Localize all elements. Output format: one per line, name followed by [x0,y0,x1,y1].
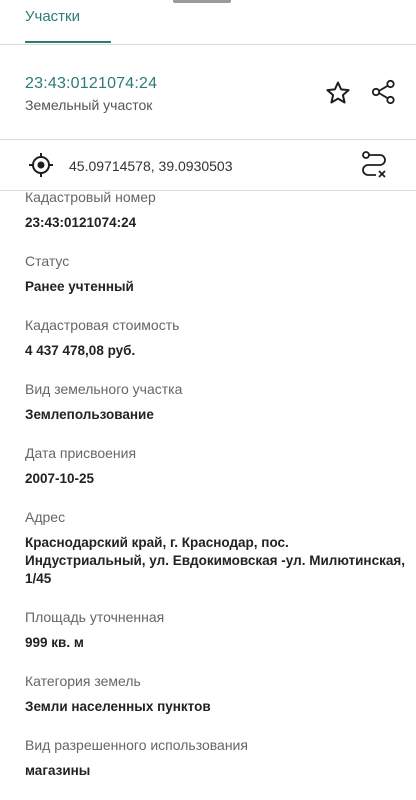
parcel-details: Кадастровый номер 23:43:0121074:24 Стату… [25,188,405,800]
tab-bar: Участки [0,0,416,44]
route-icon[interactable] [360,150,388,180]
field-label: Кадастровая стоимость [25,317,180,333]
field-value: 23:43:0121074:24 [25,215,137,230]
field-label: Категория земель [25,673,141,689]
field-cadastral-number: Кадастровый номер 23:43:0121074:24 [25,188,405,232]
parcel-title: 23:43:0121074:24 [25,75,158,92]
tab-parcels[interactable]: Участки [25,8,80,25]
parcel-header: 23:43:0121074:24 Земельный участок [0,44,416,138]
field-permitted-use: Вид разрешенного использования магазины [25,736,405,780]
tab-active-indicator [25,41,111,43]
parcel-subtitle: Земельный участок [25,97,153,113]
coordinates-text: 45.09714578, 39.0930503 [69,158,233,174]
field-value: Краснодарский край, г. Краснодар, пос. И… [25,535,405,586]
target-icon[interactable] [28,152,54,178]
field-status: Статус Ранее учтенный [25,252,405,296]
star-icon[interactable] [324,79,352,107]
field-value: Земли населенных пунктов [25,699,211,714]
field-cadastral-value: Кадастровая стоимость 4 437 478,08 руб. [25,316,405,360]
field-land-category: Категория земель Земли населенных пункто… [25,672,405,716]
field-value: 999 кв. м [25,635,84,650]
field-value: Ранее учтенный [25,279,134,294]
field-label: Дата присвоения [25,445,137,461]
field-label: Кадастровый номер [25,189,156,205]
share-icon[interactable] [369,78,397,106]
field-value: магазины [25,763,91,778]
field-area: Площадь уточненная 999 кв. м [25,608,405,652]
field-value: 4 437 478,08 руб. [25,343,136,358]
field-value: Землепользование [25,407,154,422]
drag-handle[interactable] [173,0,231,3]
field-label: Вид разрешенного использования [25,737,248,753]
field-address: Адрес Краснодарский край, г. Краснодар, … [25,508,405,588]
field-label: Площадь уточненная [25,609,165,625]
field-assignment-date: Дата присвоения 2007-10-25 [25,444,405,488]
field-parcel-type: Вид земельного участка Землепользование [25,380,405,424]
field-value: 2007-10-25 [25,471,95,486]
field-label: Вид земельного участка [25,381,183,397]
field-label: Статус [25,253,70,269]
field-label: Адрес [25,509,66,525]
